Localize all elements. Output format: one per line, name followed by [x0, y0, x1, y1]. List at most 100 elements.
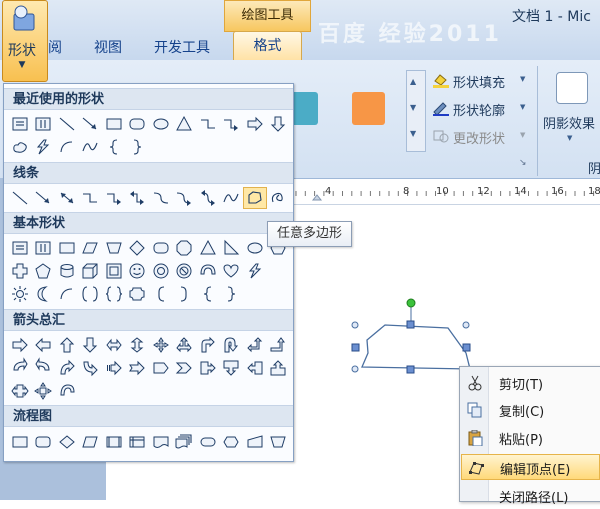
tab-review[interactable]: 阅 [48, 37, 62, 57]
shape-curve-icon[interactable] [220, 187, 244, 209]
shape-left-brace-icon[interactable] [102, 136, 126, 158]
shape-plaque-icon[interactable] [126, 283, 150, 305]
shape-freeform-blob-icon[interactable] [8, 136, 32, 158]
shape-right-bracket-icon[interactable] [173, 283, 197, 305]
tab-developer[interactable]: 开发工具 [154, 37, 210, 57]
shape-no-symbol-icon[interactable] [173, 260, 197, 282]
dialog-launcher-icon[interactable]: ↘ [519, 158, 527, 168]
shape-down-arrow-icon[interactable] [79, 334, 103, 356]
menu-item-cut[interactable]: 剪切(T) [461, 370, 600, 396]
shape-trapezoid-icon[interactable] [102, 237, 126, 259]
shape-double-arrow-line-icon[interactable] [55, 187, 79, 209]
shape-right-brace-icon[interactable] [220, 283, 244, 305]
shape-decision-icon[interactable] [55, 431, 79, 453]
shape-triangle-icon[interactable] [173, 113, 197, 135]
shape-parallelogram-icon[interactable] [79, 237, 103, 259]
shape-moon-icon[interactable] [32, 283, 56, 305]
shape-vtextbox-icon[interactable] [32, 237, 56, 259]
shape-down-arrow-icon[interactable] [267, 113, 291, 135]
shape-left-right-arrow-icon[interactable] [102, 334, 126, 356]
shape-elbow-arrow-icon[interactable] [220, 113, 244, 135]
shape-process-icon[interactable] [8, 431, 32, 453]
shape-arrow-line-icon[interactable] [32, 187, 56, 209]
shape-document-icon[interactable] [149, 431, 173, 453]
shape-vtextbox-icon[interactable] [32, 113, 56, 135]
shape-block-arc-icon[interactable] [196, 260, 220, 282]
shape-manual-operation-icon[interactable] [267, 431, 291, 453]
shape-multidocument-icon[interactable] [173, 431, 197, 453]
shape-left-right-callout-icon[interactable] [8, 380, 32, 402]
shape-u-turn-arrow-icon[interactable] [220, 334, 244, 356]
shape-terminator-icon[interactable] [196, 431, 220, 453]
shape-pentagon-arrow-icon[interactable] [149, 357, 173, 379]
shape-right-arrow-icon[interactable] [243, 113, 267, 135]
shape-up-callout-icon[interactable] [267, 357, 291, 379]
horizontal-ruler[interactable]: 4 8 10 12 14 16 18 [292, 184, 600, 205]
shape-curved-double-arrow-icon[interactable] [196, 187, 220, 209]
shape-elbow-double-arrow-icon[interactable] [126, 187, 150, 209]
shape-lightning-icon[interactable] [32, 136, 56, 158]
shape-right-arrow-icon[interactable] [8, 334, 32, 356]
shape-elbow-arrow-icon[interactable] [102, 187, 126, 209]
shape-right-triangle-icon[interactable] [220, 237, 244, 259]
shape-arc-icon[interactable] [55, 136, 79, 158]
shape-predefined-icon[interactable] [102, 431, 126, 453]
shape-curved-left-arrow-icon[interactable] [32, 357, 56, 379]
menu-item-close-path[interactable]: 关闭路径(L) [461, 483, 600, 509]
tab-view[interactable]: 视图 [94, 37, 122, 57]
shape-curved-connector-icon[interactable] [149, 187, 173, 209]
shape-pentagon-icon[interactable] [32, 260, 56, 282]
shape-sun-icon[interactable] [8, 283, 32, 305]
style-swatch-orange[interactable] [352, 92, 385, 125]
shape-donut-icon[interactable] [149, 260, 173, 282]
shape-octagon-icon[interactable] [173, 237, 197, 259]
style-gallery-scroll[interactable]: ▲ ▼ ▼ [406, 70, 426, 152]
shape-left-right-up-arrow-icon[interactable] [173, 334, 197, 356]
shape-internal-storage-icon[interactable] [126, 431, 150, 453]
shape-rect-icon[interactable] [55, 237, 79, 259]
shape-bent-up-arrow-icon[interactable] [267, 334, 291, 356]
shape-braces-icon[interactable] [102, 283, 126, 305]
shape-fill-button[interactable]: 形状填充 ▼ [432, 72, 532, 91]
shape-curved-up-arrow-icon[interactable] [55, 357, 79, 379]
shape-curve-icon[interactable] [79, 136, 103, 158]
menu-item-edit-points[interactable]: 编辑顶点(E) [461, 454, 600, 480]
shape-curved-down-arrow-icon[interactable] [79, 357, 103, 379]
shape-triangle-icon[interactable] [196, 237, 220, 259]
shape-outline-button[interactable]: 形状轮廓 ▼ [432, 100, 532, 119]
shape-diamond-icon[interactable] [126, 237, 150, 259]
scroll-down-icon[interactable]: ▼ [410, 103, 416, 112]
shape-data-icon[interactable] [79, 431, 103, 453]
shape-right-callout-icon[interactable] [196, 357, 220, 379]
shape-can-icon[interactable] [55, 260, 79, 282]
shape-curved-right-arrow-icon[interactable] [8, 357, 32, 379]
shape-brackets-icon[interactable] [79, 283, 103, 305]
shape-left-callout-icon[interactable] [243, 357, 267, 379]
shape-curved-arrow-icon[interactable] [173, 187, 197, 209]
gallery-more-icon[interactable]: ▼ [410, 129, 416, 138]
shape-heart-icon[interactable] [220, 260, 244, 282]
shape-line-icon[interactable] [8, 187, 32, 209]
shape-circular-arrow-icon[interactable] [55, 380, 79, 402]
shape-up-down-arrow-icon[interactable] [126, 334, 150, 356]
shadow-effects-icon[interactable] [556, 72, 588, 104]
shape-roundrect-icon[interactable] [126, 113, 150, 135]
shape-left-bracket-icon[interactable] [149, 283, 173, 305]
change-shape-button[interactable]: 更改形状 ▼ [432, 128, 532, 147]
resize-handle[interactable] [351, 321, 359, 329]
shape-quad-callout-icon[interactable] [32, 380, 56, 402]
shape-elbow-icon[interactable] [196, 113, 220, 135]
shape-manual-input-icon[interactable] [243, 431, 267, 453]
menu-item-copy[interactable]: 复制(C) [461, 397, 600, 423]
shape-line-icon[interactable] [55, 113, 79, 135]
shape-rect-icon[interactable] [102, 113, 126, 135]
resize-handle[interactable] [351, 343, 360, 352]
shape-striped-right-arrow-icon[interactable] [102, 357, 126, 379]
shape-textbox-icon[interactable] [8, 113, 32, 135]
shape-chevron-icon[interactable] [173, 357, 197, 379]
resize-handle[interactable] [406, 365, 415, 374]
rotation-handle[interactable] [406, 298, 416, 308]
tab-format[interactable]: 格式 [233, 31, 302, 60]
shape-oval-icon[interactable] [243, 237, 267, 259]
shape-bent-arrow-icon[interactable] [196, 334, 220, 356]
